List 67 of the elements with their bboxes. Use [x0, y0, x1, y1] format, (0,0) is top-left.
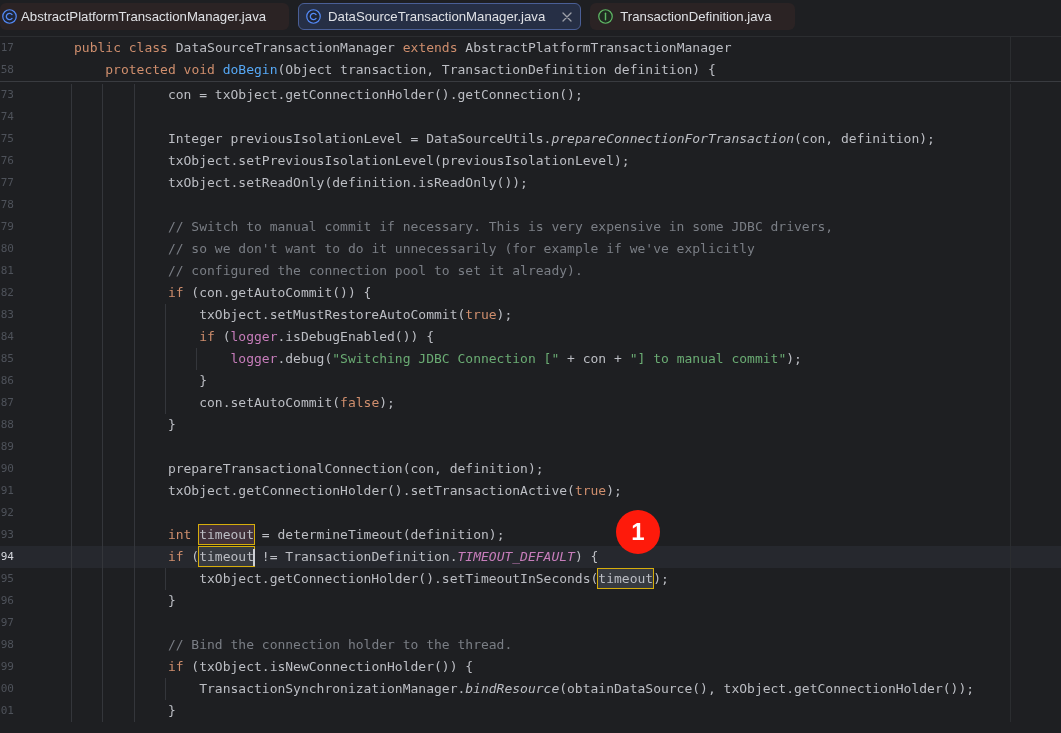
code-text: con.setAutoCommit(false);: [199, 394, 395, 412]
code-text: txObject.getConnectionHolder().setTimeoutInSeconds(timeout);: [199, 568, 669, 590]
code-text: // Bind the connection holder to the thread.: [167, 636, 513, 654]
c-circle-icon: [306, 9, 322, 24]
line-number: 77: [0, 175, 14, 191]
code-text: protected void doBegin(Object transaction, TransactionDefinition definition) {: [105, 61, 716, 79]
i-circle-icon: [598, 9, 614, 24]
line-number: 99: [0, 659, 14, 675]
line-number: 82: [0, 285, 14, 301]
line-number: 58: [0, 62, 14, 78]
code-text: txObject.setPreviousIsolationLevel(previousIsolationLevel);: [167, 152, 630, 170]
code-text: Integer previousIsolationLevel = DataSourceUtils.prepareConnectionForTransaction(con, definition);: [167, 130, 935, 148]
code-text: }: [167, 416, 176, 434]
code-text: if (logger.isDebugEnabled()) {: [199, 328, 434, 346]
text-cursor: [253, 548, 255, 566]
code-text: logger.debug("Switching JDBC Connection [" + con + "] to manual commit");: [230, 350, 802, 368]
code-text: prepareTransactionalConnection(con, definition);: [167, 460, 544, 478]
line-number: 80: [0, 241, 14, 257]
line-number: 78: [0, 197, 14, 213]
line-number: 93: [0, 527, 14, 543]
editor-tab[interactable]: DataSourceTransactionManager.java: [298, 3, 582, 30]
line-number: 91: [0, 483, 14, 499]
line-number: 92: [0, 505, 14, 521]
line-number: 73: [0, 87, 14, 103]
line-number: 75: [0, 131, 14, 147]
line-number: 79: [0, 219, 14, 235]
line-number: 00: [0, 681, 14, 697]
line-number: 76: [0, 153, 14, 169]
line-number: 96: [0, 593, 14, 609]
line-number: 87: [0, 395, 14, 411]
line-number: 89: [0, 439, 14, 455]
code-text: txObject.setReadOnly(definition.isReadOnly());: [167, 174, 528, 192]
line-number: 90: [0, 461, 14, 477]
callout-marker: 1: [616, 510, 660, 554]
line-number: 83: [0, 307, 14, 323]
code-text: int timeout = determineTimeout(definition);: [167, 524, 505, 546]
line-number: 84: [0, 329, 14, 345]
code-text: if (timeout: [167, 546, 254, 568]
c-circle-icon: [2, 9, 17, 24]
code-text: con = txObject.getConnectionHolder().getConnection();: [167, 86, 583, 104]
editor-tab[interactable]: AbstractPlatformTransactionManager.java: [0, 3, 290, 30]
line-number: 81: [0, 263, 14, 279]
code-text: if (con.getAutoCommit()) {: [167, 284, 372, 302]
code-text: }: [167, 592, 176, 610]
line-number: 17: [0, 40, 14, 56]
code-text: public class DataSourceTransactionManager extends AbstractPlatformTransactionManager: [74, 39, 732, 57]
code-text: txObject.getConnectionHolder().setTransactionActive(true);: [167, 482, 622, 500]
line-number: 01: [0, 703, 14, 719]
code-text: // Switch to manual commit if necessary. This is very expensive in some JDBC drivers,: [167, 218, 834, 236]
line-number: 88: [0, 417, 14, 433]
code-text: // configured the connection pool to set it already).: [167, 262, 583, 280]
code-text: if (txObject.isNewConnectionHolder()) {: [167, 658, 474, 676]
code-text: TransactionSynchronizationManager.bindResource(obtainDataSource(), txObject.getConnectionHolder());: [199, 680, 975, 698]
line-number: 95: [0, 571, 14, 587]
line-number: 85: [0, 351, 14, 367]
code-text: txObject.setMustRestoreAutoCommit(true);: [199, 306, 513, 324]
line-number: 97: [0, 615, 14, 631]
editor-tab[interactable]: TransactionDefinition.java: [590, 3, 795, 30]
code-text: // so we don't want to do it unnecessarily (for example if we've explicitly: [167, 240, 755, 258]
line-number: 86: [0, 373, 14, 389]
code-text: }: [167, 702, 176, 720]
code-text: }: [199, 372, 207, 390]
line-number: 94: [0, 549, 14, 565]
code-text: != TransactionDefinition.TIMEOUT_DEFAULT) {: [260, 548, 599, 566]
line-number: 74: [0, 109, 14, 125]
close-icon[interactable]: [562, 11, 573, 22]
line-number: 98: [0, 637, 14, 653]
